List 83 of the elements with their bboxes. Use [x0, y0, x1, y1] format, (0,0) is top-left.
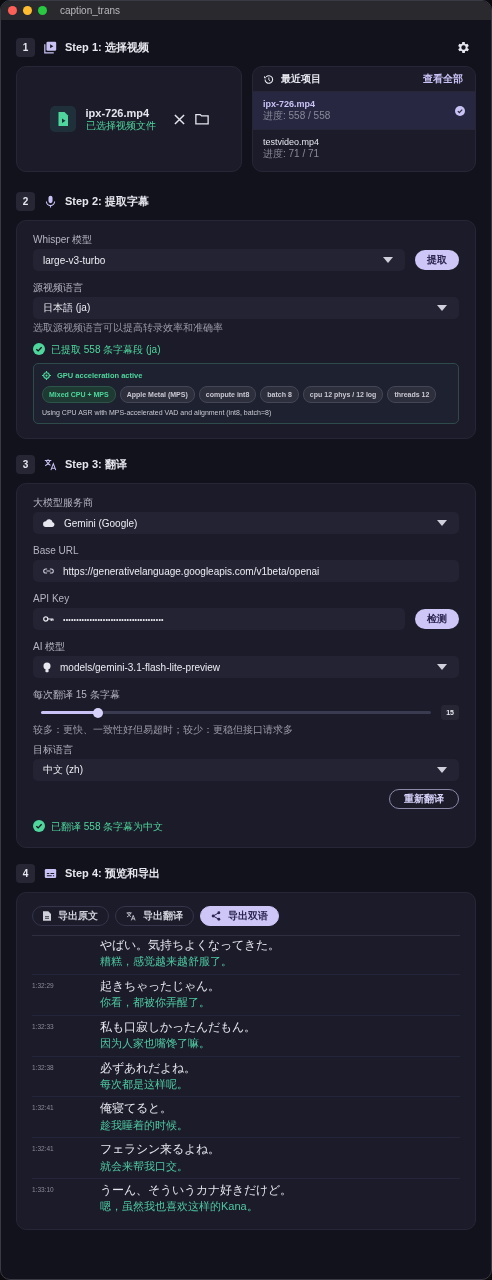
recent-item[interactable]: testvideo.mp4 进度: 71 / 71: [253, 129, 475, 167]
caret-icon: [383, 257, 393, 263]
field-label: 源视频语言: [33, 282, 84, 293]
recent-item[interactable]: ipx-726.mp4 进度: 558 / 558: [253, 91, 475, 129]
step-number: 3: [16, 454, 35, 474]
field-label: API Key: [33, 593, 71, 604]
hint-text: 较多：更快、一致性好但易超时；较少：更稳但接口请求多: [33, 724, 294, 735]
extract-button[interactable]: 提取: [415, 250, 459, 270]
share-icon: [211, 911, 221, 921]
target-language-select[interactable]: 中文 (zh): [33, 759, 459, 781]
original-subtitle: フェラシン来るよね。: [100, 1143, 220, 1157]
settings-icon[interactable]: [456, 39, 471, 55]
field-label: 每次翻译 15 条字幕: [33, 689, 121, 700]
translated-subtitle: 每次都是这样呢。: [100, 1077, 189, 1091]
check-circle-icon: [33, 343, 45, 355]
step-number: 4: [16, 863, 35, 883]
step-title: Step 4: 预览和导出: [65, 866, 160, 880]
original-subtitle: うーん、そういうカナ好きだけど。: [100, 1184, 292, 1198]
translated-subtitle: 你看，都被你弄醒了。: [100, 996, 211, 1009]
document-icon: [43, 911, 51, 921]
zoom-window-button[interactable]: [38, 6, 47, 15]
check-circle-icon: [33, 820, 45, 832]
translate-icon: [44, 457, 57, 471]
status-text: 已提取 558 条字幕段 (ja): [51, 343, 161, 355]
recent-file-name: testvideo.mp4: [263, 137, 320, 148]
caret-icon: [437, 664, 447, 670]
minimize-window-button[interactable]: [23, 6, 32, 15]
chip-icon: [42, 371, 51, 380]
recent-progress: 进度: 71 / 71: [263, 148, 320, 160]
field-label: Base URL: [33, 545, 80, 556]
step-title: Step 1: 选择视频: [65, 40, 149, 54]
hint-text: 选取源视频语言可以提高转录效率和准确率: [33, 322, 224, 333]
slider-thumb[interactable]: [92, 707, 103, 718]
caret-icon: [437, 767, 447, 773]
close-icon[interactable]: [173, 113, 185, 125]
original-subtitle: 俺寝てると。: [100, 1102, 173, 1116]
check-circle-icon: [455, 105, 465, 116]
step-title: Step 3: 翻译: [65, 457, 127, 471]
history-icon: [263, 73, 274, 85]
microphone-icon: [44, 194, 57, 208]
video-file-icon: [49, 106, 76, 132]
base-url-field[interactable]: https://generativelanguage.googleapis.com/v1beta/openai: [33, 560, 459, 582]
subtitles-icon: [44, 866, 57, 880]
view-all-link[interactable]: 查看全部: [423, 72, 463, 86]
provider-select[interactable]: Gemini (Google): [33, 512, 459, 534]
translated-subtitle: 因为人家也嘴馋了嘛。: [100, 1036, 211, 1050]
folder-icon[interactable]: [194, 113, 209, 125]
recent-title: 最近项目: [281, 72, 321, 86]
field-label: Whisper 模型: [33, 234, 94, 245]
recent-progress: 进度: 558 / 558: [263, 110, 331, 122]
key-icon: [43, 616, 54, 622]
ai-model-select[interactable]: models/gemini-3.1-flash-lite-preview: [33, 656, 459, 678]
field-label: AI 模型: [33, 641, 67, 652]
original-subtitle: 起きちゃったじゃん。: [100, 979, 220, 994]
lightbulb-icon: [43, 661, 51, 673]
original-subtitle: 必ずあれだよね。: [100, 1061, 196, 1075]
step-number: 1: [16, 37, 35, 57]
translated-subtitle: 糟糕，感觉越来越舒服了。: [100, 955, 233, 968]
field-label: 目标语言: [33, 744, 74, 755]
model-select[interactable]: large-v3-turbo: [33, 249, 405, 271]
file-status: 已选择视频文件: [85, 120, 156, 131]
close-window-button[interactable]: [8, 6, 17, 15]
video-library-icon: [44, 40, 57, 54]
translated-subtitle: 嗯，虽然我也喜欢这样的Kana。: [100, 1200, 259, 1213]
original-subtitle: 私も口寂しかったんだもん。: [100, 1020, 256, 1034]
test-button[interactable]: 检测: [415, 609, 459, 629]
field-label: 大模型服务商: [33, 497, 94, 508]
step-number: 2: [16, 191, 35, 211]
caret-icon: [437, 305, 447, 311]
language-select[interactable]: 日本語 (ja): [33, 297, 459, 319]
window-title: caption_trans: [60, 5, 121, 16]
status-text: 已翻译 558 条字幕为中文: [51, 820, 164, 832]
translate-icon: [126, 911, 136, 921]
file-name: ipx-726.mp4: [85, 107, 151, 119]
caret-icon: [437, 520, 447, 526]
export-button[interactable]: 导出双语: [200, 906, 279, 926]
translated-subtitle: 就会来帮我口交。: [100, 1159, 189, 1173]
cloud-icon: [43, 519, 55, 527]
step-title: Step 2: 提取字幕: [65, 194, 149, 208]
recent-file-name: ipx-726.mp4: [263, 99, 317, 110]
translated-subtitle: 趁我睡着的时候。: [100, 1118, 188, 1132]
link-icon: [43, 568, 54, 574]
original-subtitle: やばい。気持ちよくなってきた。: [100, 939, 280, 953]
